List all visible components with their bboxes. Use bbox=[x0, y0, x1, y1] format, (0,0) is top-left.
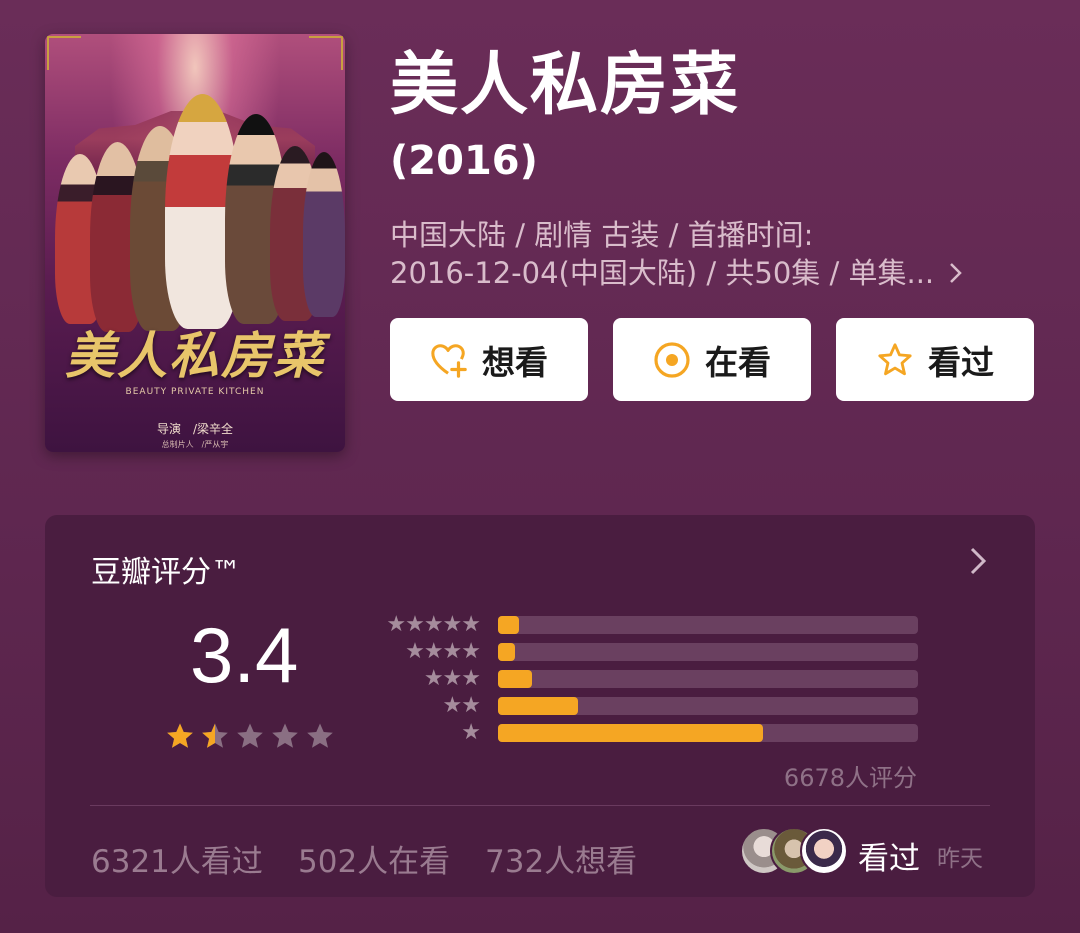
rating-bar-track bbox=[498, 616, 918, 634]
poster-corner-ornament bbox=[309, 36, 343, 70]
poster-calligraphy-title: 美人私房菜 bbox=[65, 326, 325, 385]
rating-bar-fill bbox=[498, 670, 532, 688]
rating-stars bbox=[165, 722, 335, 750]
target-circle-icon bbox=[653, 341, 691, 379]
rating-bar-track bbox=[498, 724, 918, 742]
friend-avatars[interactable] bbox=[740, 827, 850, 875]
watching-button[interactable]: 在看 bbox=[613, 318, 811, 401]
movie-poster[interactable]: 美人私房菜 BEAUTY PRIVATE KITCHEN 导演 /梁辛全 总制片… bbox=[45, 34, 345, 452]
rating-card: 豆瓣评分™ 3.4 ★★★★★ ★★★★ ★★★ ★★ ★ 6678人评分 6321人看… bbox=[45, 515, 1035, 897]
friend-action: 看过 bbox=[858, 841, 920, 877]
poster-director-credit: 导演 /梁辛全 bbox=[156, 422, 234, 436]
wanted-count[interactable]: 732人想看 bbox=[485, 836, 637, 881]
star-filled-icon bbox=[167, 723, 193, 748]
rating-bar-row-4-star: ★★★★ bbox=[375, 639, 920, 664]
star-outline-icon bbox=[876, 341, 914, 379]
rating-bar-row-2-star: ★★ bbox=[375, 693, 920, 718]
rating-bar-stars-label: ★★★ bbox=[423, 666, 481, 691]
rating-bar-row-1-star: ★ bbox=[375, 720, 920, 745]
movie-meta[interactable]: 中国大陆 / 剧情 古装 / 首播时间: 2016-12-04(中国大陆) / … bbox=[390, 216, 1030, 292]
rating-section-title: 豆瓣评分™ bbox=[91, 555, 241, 590]
poster-corner-ornament bbox=[47, 36, 81, 70]
rating-score: 3.4 bbox=[190, 611, 299, 699]
rating-bar-stars-label: ★ bbox=[461, 720, 481, 745]
watched-button[interactable]: 看过 bbox=[836, 318, 1034, 401]
rating-bar-stars-label: ★★ bbox=[442, 693, 481, 718]
meta-line-2-text: 2016-12-04(中国大陆) / 共50集 / 单集... bbox=[390, 256, 935, 290]
rating-bar-track bbox=[498, 697, 918, 715]
meta-line-1: 中国大陆 / 剧情 古装 / 首播时间: bbox=[390, 218, 814, 252]
heart-plus-icon bbox=[430, 341, 468, 379]
release-year: (2016) bbox=[390, 138, 538, 184]
rating-bar-row-3-star: ★★★ bbox=[375, 666, 920, 691]
star-half-icon bbox=[202, 723, 228, 748]
meta-line-2: 2016-12-04(中国大陆) / 共50集 / 单集... bbox=[390, 254, 1030, 292]
rating-count: 6678人评分 bbox=[783, 764, 917, 792]
rating-bar-stars-label: ★★★★★ bbox=[386, 612, 481, 637]
rating-bar-fill bbox=[498, 724, 763, 742]
watching-label: 在看 bbox=[705, 342, 771, 382]
watched-label: 看过 bbox=[928, 342, 994, 382]
want-to-watch-button[interactable]: 想看 bbox=[390, 318, 588, 401]
poster-figure bbox=[303, 152, 345, 317]
divider bbox=[90, 805, 990, 806]
want-to-watch-label: 想看 bbox=[482, 342, 548, 382]
watched-count[interactable]: 6321人看过 bbox=[91, 836, 263, 881]
rating-bar-track bbox=[498, 643, 918, 661]
rating-bar-fill bbox=[498, 697, 578, 715]
avatar bbox=[800, 827, 848, 875]
chevron-right-icon[interactable] bbox=[940, 256, 963, 290]
poster-subtitle: BEAUTY PRIVATE KITCHEN bbox=[125, 387, 265, 397]
page-title: 美人私房菜 bbox=[390, 46, 741, 125]
rating-bar-fill bbox=[498, 643, 515, 661]
rating-bar-row-5-star: ★★★★★ bbox=[375, 612, 920, 637]
rating-bar-stars-label: ★★★★ bbox=[405, 639, 481, 664]
friend-time: 昨天 bbox=[937, 846, 983, 872]
star-empty-icon bbox=[307, 723, 333, 748]
rating-bar-track bbox=[498, 670, 918, 688]
rating-bar-fill bbox=[498, 616, 519, 634]
chevron-right-icon[interactable] bbox=[969, 545, 987, 585]
poster-producer-credit: 总制片人 /严从宇 bbox=[161, 440, 229, 449]
star-empty-icon bbox=[237, 723, 263, 748]
star-empty-icon bbox=[272, 723, 298, 748]
watching-count[interactable]: 502人在看 bbox=[298, 836, 450, 881]
